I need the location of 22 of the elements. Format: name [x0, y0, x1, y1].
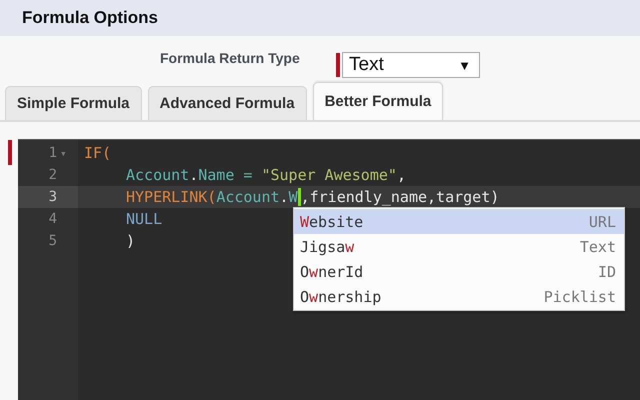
code-line: Account.Name = "Super Awesome", [126, 166, 406, 184]
tab[interactable]: Advanced Formula [148, 86, 307, 120]
suggestion-item[interactable]: Jigsaw Text [294, 234, 624, 259]
line-number: 2 [48, 167, 57, 183]
suggestion-item[interactable]: OwnerId ID [294, 259, 624, 284]
return-type-dropdown[interactable]: Text ▼ [342, 52, 480, 78]
code-line: ) [126, 232, 136, 250]
line-number: 3 [48, 189, 57, 205]
code-line: IF( [84, 144, 112, 162]
field-label: Formula Return Type [160, 50, 301, 66]
dropdown-arrow-icon: ▼ [458, 58, 471, 72]
code-editor[interactable]: 1 ▾ 2 3 4 5 IF( Account.Name = "Super Awesome", HYPERLINK(Account.W ,friendly_name,target) NULL ) Website URL Jigsaw Text OwnerId ID Ownership Picklist [18, 139, 640, 400]
line-number: 5 [48, 233, 57, 249]
line-number: 4 [48, 211, 57, 227]
code-line: NULL [126, 210, 162, 228]
code-line: HYPERLINK(Account.W ,friendly_name,target) [126, 188, 500, 206]
suggestion-item[interactable]: Website URL [294, 209, 624, 234]
line-number: 1 [48, 145, 57, 161]
panel-title: Formula Options [22, 8, 158, 28]
tab[interactable]: Better Formula [312, 82, 444, 120]
suggestion-item[interactable]: Ownership Picklist [294, 284, 624, 309]
tab[interactable]: Simple Formula [5, 86, 142, 120]
